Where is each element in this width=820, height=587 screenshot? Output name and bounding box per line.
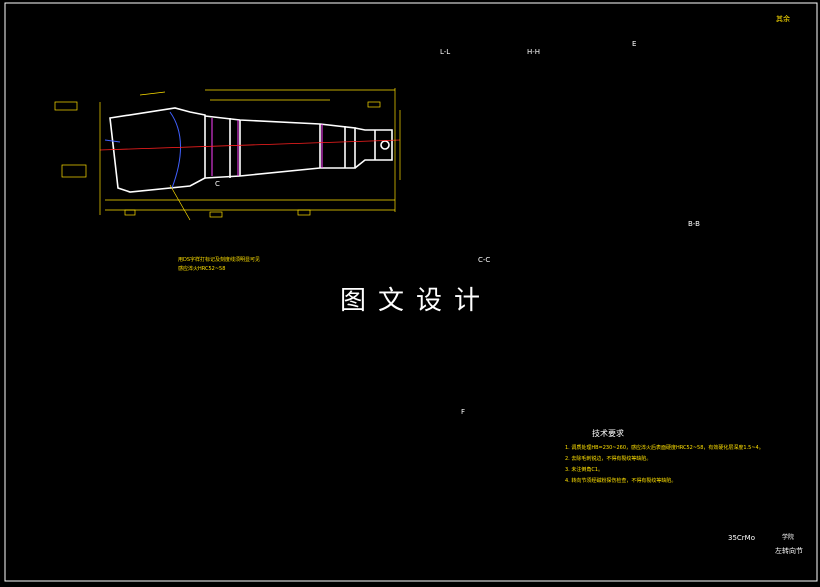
tech-req-item-1: 1. 调质处理HB=230~260，感应淬火后表面硬度HRC52~58，有效硬化…: [565, 445, 764, 451]
tech-req-item-4: 4. 转向节须经磁粉探伤检查，不得有裂纹等缺陷。: [565, 478, 677, 484]
section-label-hh: H-H: [527, 48, 541, 56]
top-left-dimensions: [54, 88, 401, 221]
title-block-school: 学院: [782, 534, 795, 541]
section-label-bb: B-B: [688, 220, 700, 228]
section-label-ll: L-L: [440, 48, 451, 56]
tech-req-item-3: 3. 未注倒角C1。: [565, 467, 604, 473]
treatment-note-1: 用DS字样打标记及刻度线须明显可见: [178, 257, 261, 263]
section-label-c: C: [215, 180, 220, 188]
title-block-part-name: 左转向节: [775, 547, 803, 555]
title-block-material: 35CrMo: [728, 534, 755, 542]
tech-req-item-2: 2. 去除毛刺锐边，不得有裂纹等缺陷。: [565, 456, 652, 462]
shaft-top-view: [109, 107, 393, 193]
section-label-cc: C-C: [478, 256, 491, 264]
tech-req-title: 技术要求: [592, 429, 624, 438]
section-label-f: F: [461, 408, 466, 416]
treatment-note-2: 感应淬火HRC52~58: [178, 266, 226, 272]
section-label-e: E: [632, 40, 637, 48]
watermark: 图文设计: [340, 286, 493, 316]
roughness-other-label: 其余: [776, 15, 790, 23]
